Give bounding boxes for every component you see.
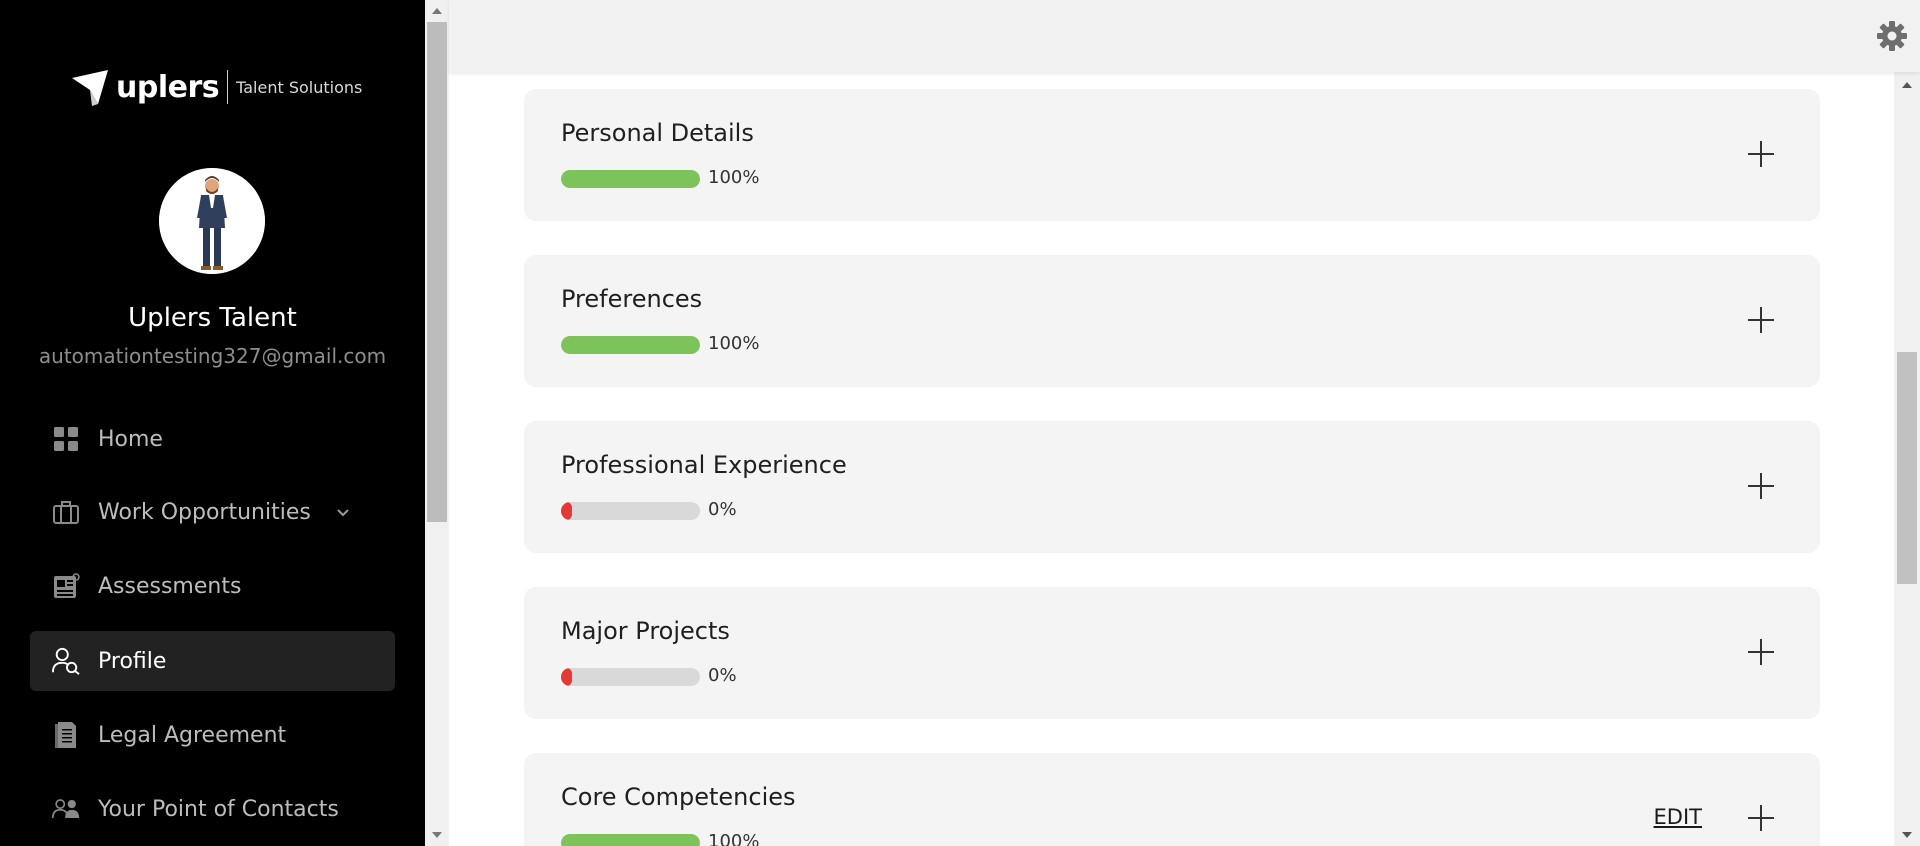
section-title: Personal Details <box>561 119 754 147</box>
expand-plus-icon[interactable] <box>1746 803 1776 833</box>
progress-percent: 0% <box>708 665 737 686</box>
sidebar-item-work-opportunities[interactable]: Work Opportunities <box>30 482 395 542</box>
expand-plus-icon[interactable] <box>1746 471 1776 501</box>
sidebar-item-point-of-contacts[interactable]: Your Point of Contacts <box>30 779 395 839</box>
profile-search-icon <box>52 647 80 675</box>
progress-percent: 100% <box>708 333 760 354</box>
uplers-logo[interactable]: uplers Talent Solutions <box>68 66 362 108</box>
sidebar-item-legal-agreement[interactable]: Legal Agreement <box>30 705 395 765</box>
grid-icon <box>52 425 80 453</box>
edit-link[interactable]: EDIT <box>1654 805 1702 829</box>
progress-fill <box>561 336 700 354</box>
progress-bar <box>561 834 700 846</box>
section-title: Preferences <box>561 285 703 313</box>
profile-sections: Personal Details 100% Preferences 100% P… <box>449 72 1894 846</box>
section-title: Major Projects <box>561 617 730 645</box>
sidebar-item-label: Your Point of Contacts <box>98 796 339 822</box>
progress-percent: 0% <box>708 499 737 520</box>
briefcase-icon <box>52 498 80 526</box>
sidebar-item-label: Profile <box>98 648 167 674</box>
avatar-figure-icon <box>159 168 265 274</box>
progress-fill <box>561 502 572 520</box>
progress-bar <box>561 668 700 686</box>
section-card-professional-experience[interactable]: Professional Experience 0% <box>524 421 1820 553</box>
sidebar-item-label: Assessments <box>98 573 242 599</box>
progress-fill <box>561 170 700 188</box>
progress-bar <box>561 170 700 188</box>
assessment-icon <box>52 572 80 600</box>
scroll-down-arrow-icon[interactable] <box>1902 832 1912 838</box>
scroll-up-arrow-icon[interactable] <box>1902 82 1912 88</box>
gear-icon[interactable] <box>1876 20 1908 52</box>
scroll-up-arrow-icon[interactable] <box>432 8 442 14</box>
section-card-core-competencies[interactable]: Core Competencies 100% EDIT <box>524 753 1820 846</box>
sidebar-item-assessments[interactable]: Assessments <box>30 556 395 616</box>
document-icon <box>52 721 80 749</box>
progress-fill <box>561 834 700 846</box>
scrollbar-thumb[interactable] <box>427 22 447 522</box>
scroll-down-arrow-icon[interactable] <box>432 832 442 838</box>
section-card-major-projects[interactable]: Major Projects 0% <box>524 587 1820 719</box>
sidebar: uplers Talent Solutions Uplers Talent au… <box>0 0 425 846</box>
sidebar-item-label: Legal Agreement <box>98 722 287 748</box>
expand-plus-icon[interactable] <box>1746 139 1776 169</box>
sidebar-item-label: Work Opportunities <box>98 499 311 525</box>
sidebar-item-home[interactable]: Home <box>30 409 395 469</box>
expand-plus-icon[interactable] <box>1746 637 1776 667</box>
expand-plus-icon[interactable] <box>1746 305 1776 335</box>
progress-percent: 100% <box>708 167 760 188</box>
user-email: automationtesting327@gmail.com <box>38 344 387 368</box>
logo-divider <box>227 70 229 104</box>
section-card-preferences[interactable]: Preferences 100% <box>524 255 1820 387</box>
logo-wordmark: uplers <box>116 69 220 105</box>
contacts-icon <box>52 795 80 823</box>
logo-subtitle: Talent Solutions <box>236 77 363 97</box>
content-scrollbar[interactable] <box>1894 72 1920 846</box>
scrollbar-thumb[interactable] <box>1897 352 1917 584</box>
progress-fill <box>561 668 572 686</box>
section-card-personal-details[interactable]: Personal Details 100% <box>524 89 1820 221</box>
sidebar-item-profile[interactable]: Profile <box>30 631 395 691</box>
section-title: Professional Experience <box>561 451 847 479</box>
avatar[interactable] <box>159 168 265 274</box>
progress-percent: 100% <box>708 831 760 846</box>
logo-mark-icon <box>72 70 108 106</box>
progress-bar <box>561 336 700 354</box>
section-title: Core Competencies <box>561 783 796 811</box>
progress-bar <box>561 502 700 520</box>
top-header <box>449 0 1920 72</box>
sidebar-scrollbar[interactable] <box>425 0 449 846</box>
chevron-down-icon[interactable] <box>335 504 351 520</box>
user-name: Uplers Talent <box>128 303 297 333</box>
sidebar-item-label: Home <box>98 426 163 452</box>
